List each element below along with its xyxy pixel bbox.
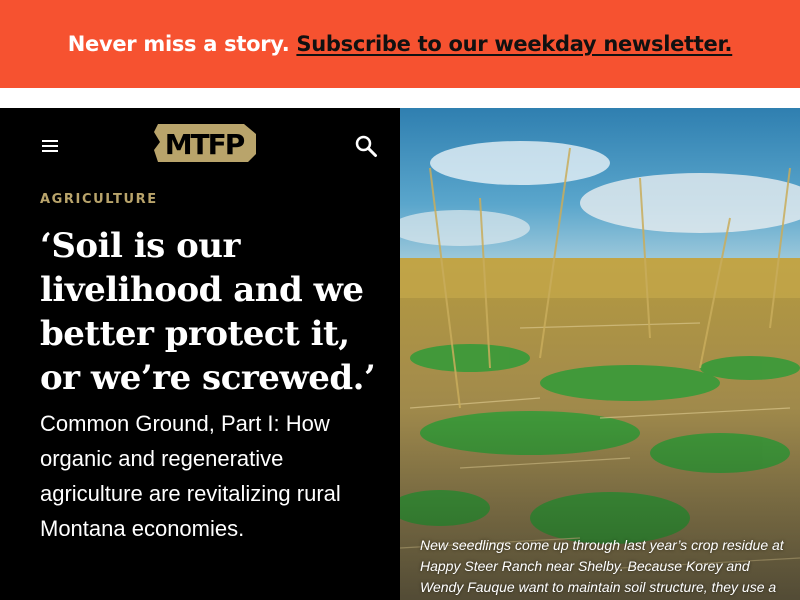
mtfp-logo[interactable]: MTFP [152, 120, 260, 166]
hamburger-menu-icon[interactable] [40, 138, 60, 154]
magnifier-search-icon[interactable] [354, 134, 378, 158]
newsletter-promo-bar: Never miss a story. Subscribe to our wee… [0, 0, 800, 88]
promo-spacer [0, 88, 800, 108]
hero-photo: New seedlings come up through last year’… [400, 108, 800, 600]
subscribe-newsletter-link[interactable]: Subscribe to our weekday newsletter. [296, 32, 732, 56]
article-header-panel: MTFP AGRICULTURE ‘Soil is our livelihood… [0, 108, 400, 600]
field-photo-image [400, 108, 800, 600]
photo-caption: New seedlings come up through last year’… [420, 537, 784, 595]
promo-text: Never miss a story. [67, 32, 290, 56]
logo-text: MTFP [165, 128, 245, 161]
article-headline: ‘Soil is our livelihood and we better pr… [40, 226, 376, 398]
article-dek: Common Ground, Part I: How organic and r… [40, 411, 341, 541]
category-label[interactable]: AGRICULTURE [40, 192, 158, 207]
